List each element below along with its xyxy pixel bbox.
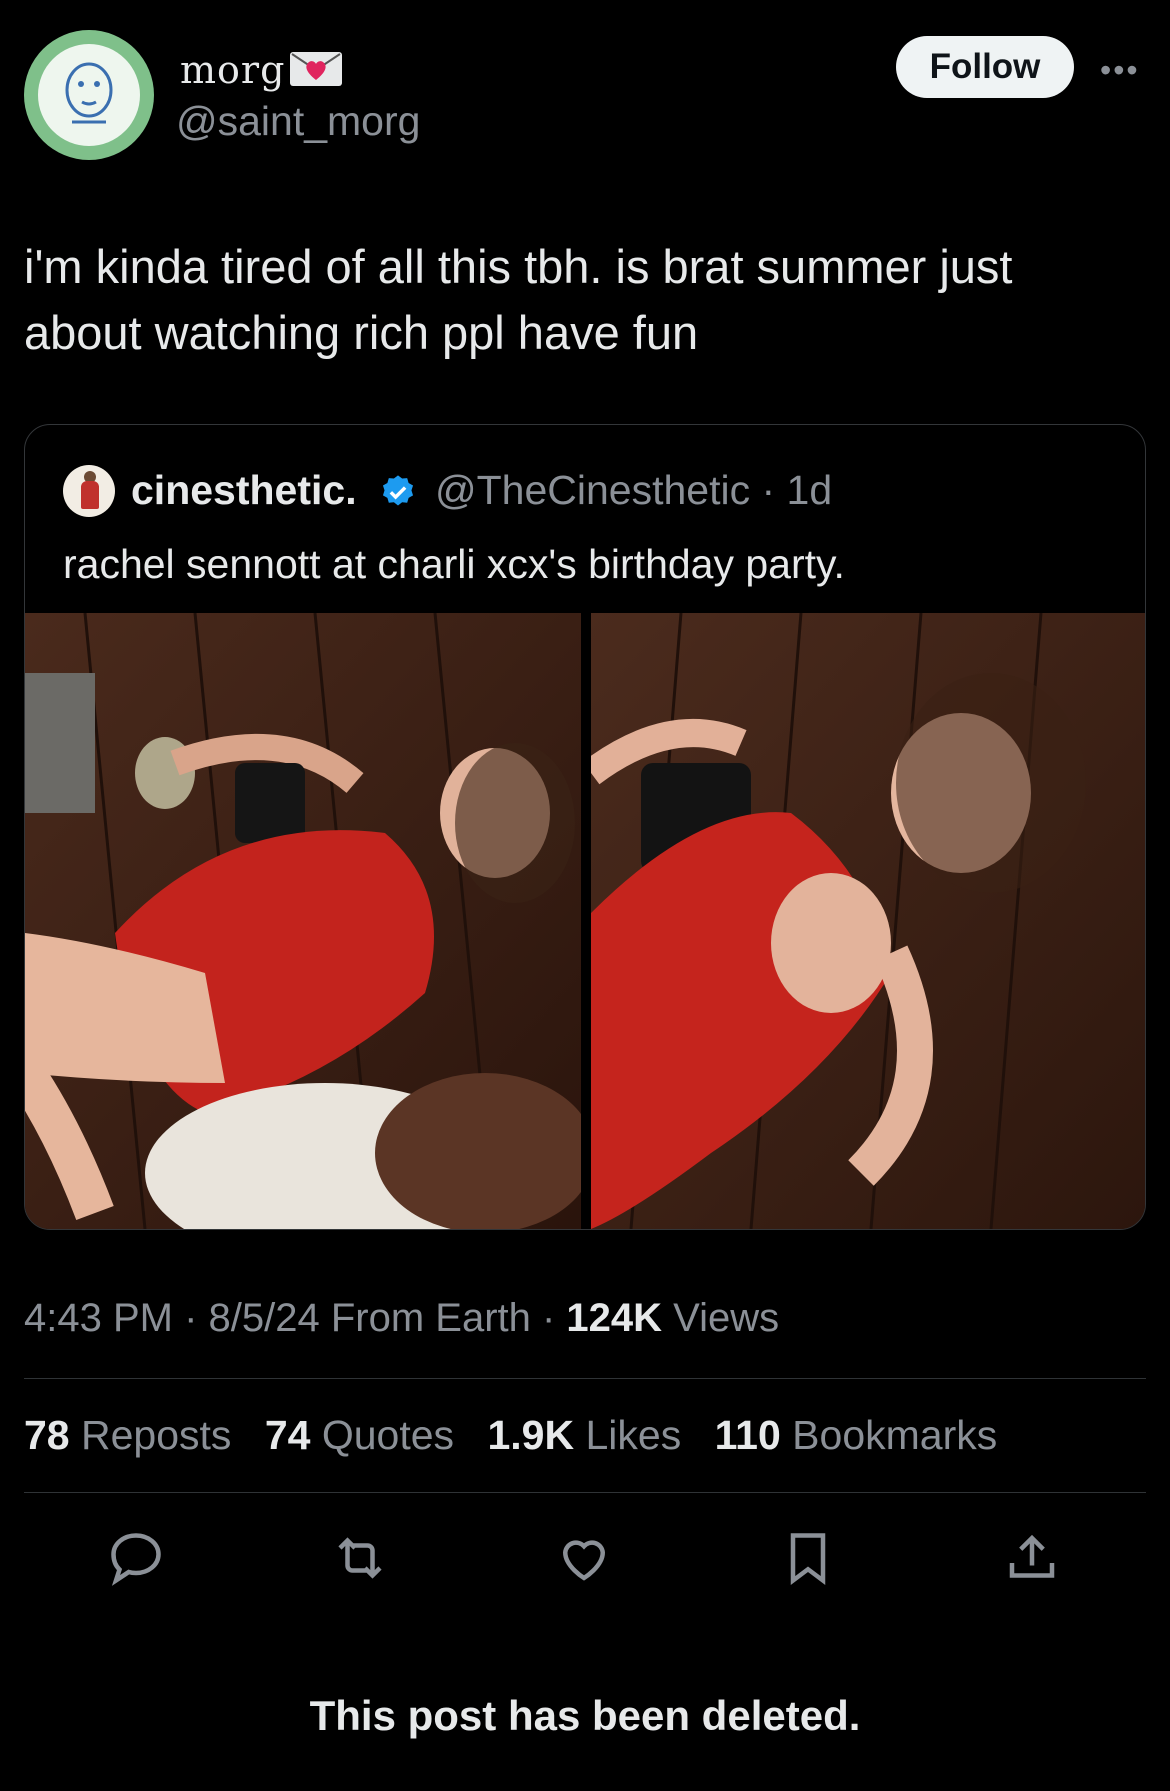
quote-photo-1[interactable] xyxy=(25,612,595,1229)
author-display-name[interactable]: morg xyxy=(180,48,285,92)
repost-icon[interactable] xyxy=(330,1528,390,1588)
verified-icon xyxy=(382,475,414,506)
like-icon[interactable] xyxy=(554,1528,614,1588)
heart-letter-icon xyxy=(290,52,342,86)
quotes-stat[interactable]: 74 Quotes xyxy=(265,1412,454,1458)
bookmark-icon[interactable] xyxy=(778,1528,838,1588)
divider xyxy=(24,1492,1146,1493)
quoted-tweet-card[interactable]: cinesthetic. @TheCinesthetic · 1d rachel… xyxy=(24,424,1146,1230)
timestamp[interactable]: 4:43 PM · 8/5/24 From Earth · xyxy=(24,1296,566,1340)
author-avatar[interactable] xyxy=(24,30,154,160)
quote-display-name[interactable]: cinesthetic. xyxy=(131,467,357,514)
quote-photo-2[interactable] xyxy=(582,612,1145,1229)
views-label: Views xyxy=(662,1296,780,1340)
tweet-meta: 4:43 PM · 8/5/24 From Earth · 124K Views xyxy=(24,1296,779,1341)
deleted-notice: This post has been deleted. xyxy=(309,1692,861,1739)
likes-stat[interactable]: 1.9K Likes xyxy=(487,1412,681,1458)
follow-button[interactable]: Follow xyxy=(896,36,1074,98)
quote-avatar[interactable] xyxy=(63,465,115,517)
quote-text: rachel sennott at charli xcx's birthday … xyxy=(63,541,845,587)
engagement-stats: 78 Reposts 74 Quotes 1.9K Likes 110 Book… xyxy=(24,1412,1019,1459)
reply-icon[interactable] xyxy=(106,1528,166,1588)
author-handle[interactable]: @saint_morg xyxy=(176,98,420,145)
bookmarks-stat[interactable]: 110 Bookmarks xyxy=(715,1412,998,1458)
quote-handle-time: @TheCinesthetic · 1d xyxy=(435,467,833,513)
more-icon[interactable]: ••• xyxy=(1100,52,1140,89)
divider xyxy=(24,1378,1146,1379)
share-icon[interactable] xyxy=(1002,1528,1062,1588)
reposts-stat[interactable]: 78 Reposts xyxy=(24,1412,231,1458)
tweet-text: i'm kinda tired of all this tbh. is brat… xyxy=(24,240,1013,359)
views-count: 124K xyxy=(566,1296,663,1340)
